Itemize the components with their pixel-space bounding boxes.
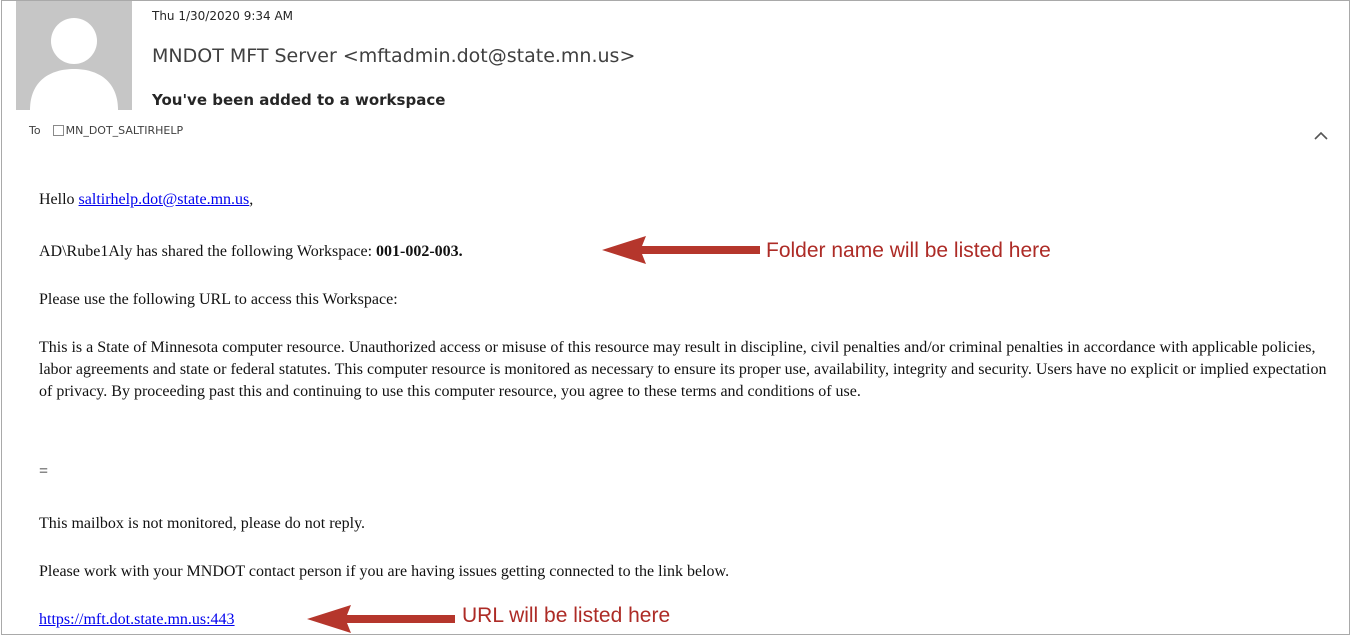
greeting-suffix: , bbox=[249, 191, 254, 208]
access-link-line: https://mft.dot.state.mn.us:443 bbox=[39, 611, 235, 629]
arrow-left-icon bbox=[602, 236, 760, 264]
shared-workspace-line: AD\Rube1Aly has shared the following Wor… bbox=[39, 243, 463, 261]
greeting-line: Hello saltirhelp.dot@state.mn.us, bbox=[39, 191, 253, 209]
email-reading-pane: Thu 1/30/2020 9:34 AM MNDOT MFT Server <… bbox=[1, 0, 1350, 635]
arrow-left-icon bbox=[307, 605, 455, 633]
sender-avatar bbox=[16, 1, 132, 110]
url-annotation: URL will be listed here bbox=[462, 604, 671, 627]
separator: = bbox=[39, 463, 49, 480]
legal-notice: This is a State of Minnesota computer re… bbox=[39, 339, 1327, 400]
recipient-name[interactable]: MN_DOT_SALTIRHELP bbox=[66, 124, 183, 137]
access-url-link[interactable]: https://mft.dot.state.mn.us:443 bbox=[39, 611, 235, 628]
folder-name-annotation: Folder name will be listed here bbox=[766, 239, 1051, 262]
greeting-email-link[interactable]: saltirhelp.dot@state.mn.us bbox=[79, 191, 250, 208]
greeting-prefix: Hello bbox=[39, 191, 79, 208]
not-monitored-note: This mailbox is not monitored, please do… bbox=[39, 515, 366, 532]
collapse-header-button[interactable] bbox=[1313, 129, 1329, 141]
checkbox-icon bbox=[52, 125, 64, 136]
sender-name[interactable]: MNDOT MFT Server <mftadmin.dot@state.mn.… bbox=[152, 45, 635, 67]
workspace-name: 001-002-003. bbox=[376, 243, 463, 260]
email-subject: You've been added to a workspace bbox=[152, 91, 446, 109]
to-label: To bbox=[29, 124, 41, 137]
url-instruction: Please use the following URL to access t… bbox=[39, 291, 398, 308]
shared-prefix: AD\Rube1Aly has shared the following Wor… bbox=[39, 243, 377, 260]
sent-time: Thu 1/30/2020 9:34 AM bbox=[152, 9, 294, 23]
contact-note: Please work with your MNDOT contact pers… bbox=[39, 563, 730, 580]
chevron-up-icon bbox=[1314, 131, 1328, 140]
person-silhouette-icon bbox=[16, 1, 132, 110]
recipients-row: To MN_DOT_SALTIRHELP bbox=[29, 124, 183, 137]
